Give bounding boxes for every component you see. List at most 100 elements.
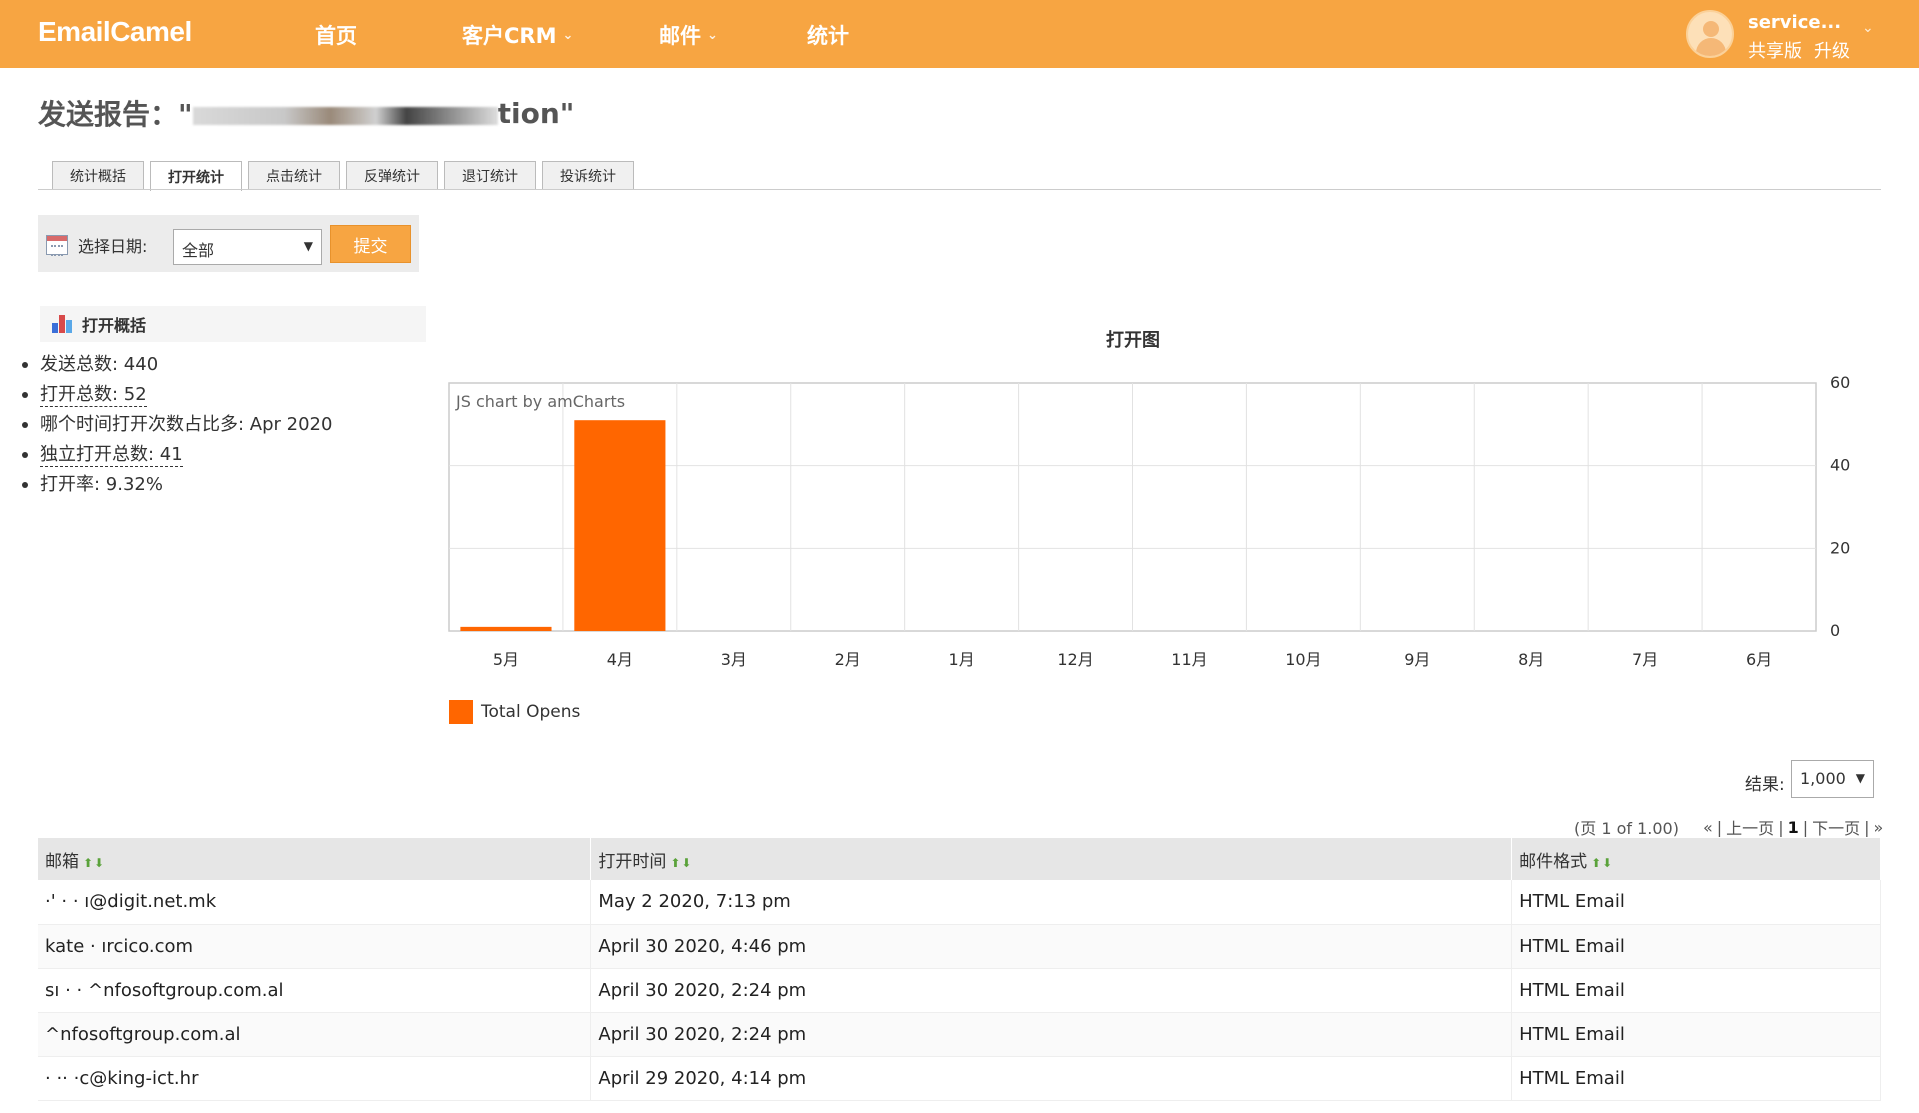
sort-arrows-icon[interactable]: ⬆⬇ [83, 856, 105, 870]
open-rate: 打开率: 9.32% [40, 474, 163, 495]
page-info: (页 1 of 1.00) [1574, 819, 1679, 838]
nav-home-label: 首页 [315, 24, 357, 48]
cell-open-time: April 29 2020, 4:14 pm [590, 1056, 1513, 1101]
tab-complaints[interactable]: 投诉统计 [542, 161, 634, 190]
cell-format: HTML Email [1511, 880, 1881, 925]
summary-list: 发送总数: 440 打开总数: 52 哪个时间打开次数占比多: Apr 2020… [22, 350, 332, 500]
date-filter-label: 选择日期: [78, 237, 148, 256]
peak-open-time: 哪个时间打开次数占比多: Apr 2020 [40, 414, 333, 435]
page-title-prefix: 发送报告：" [38, 98, 193, 131]
chart-title: 打开图 [1106, 330, 1160, 351]
upgrade-link[interactable]: 升级 [1814, 37, 1850, 63]
next-page-link[interactable]: 下一页 [1812, 815, 1860, 839]
bar[interactable] [460, 626, 552, 631]
results-per-page-select[interactable]: 1,000 ▼ [1791, 760, 1874, 798]
y-tick-label: 20 [1830, 538, 1850, 557]
tab-overview[interactable]: 统计概括 [52, 161, 144, 190]
cell-email: · ·· ·c@king-ict.hr [38, 1056, 592, 1101]
results-label: 结果: [1745, 775, 1785, 795]
results-select-value: 1,000 [1800, 769, 1846, 788]
date-select[interactable]: 全部 ▼ [173, 229, 322, 265]
x-tick-label: 12月 [1057, 650, 1093, 669]
tabs-divider [38, 189, 1881, 190]
list-item: 独立打开总数: 41 [22, 440, 332, 470]
dropdown-arrow-icon: ▼ [1855, 771, 1865, 785]
list-item: 发送总数: 440 [22, 350, 332, 380]
column-header-open-time[interactable]: 打开时间 ⬆⬇ [590, 838, 1513, 880]
chevron-down-icon[interactable]: ⌄ [1862, 20, 1874, 36]
nav-crm[interactable]: 客户CRM ⌄ [462, 20, 573, 50]
nav-stats-label: 统计 [807, 24, 849, 48]
current-page: 1 [1787, 817, 1799, 837]
nav-stats[interactable]: 统计 [807, 20, 849, 50]
nav-home[interactable]: 首页 [315, 20, 357, 50]
chevron-down-icon: ⌄ [562, 27, 574, 43]
y-tick-label: 0 [1830, 621, 1840, 640]
x-tick-label: 4月 [607, 650, 633, 669]
last-page-link[interactable]: » [1874, 818, 1884, 837]
x-tick-label: 2月 [835, 650, 861, 669]
cell-email: sı · · ^nfosoftgroup.com.al [38, 968, 592, 1013]
legend-label: Total Opens [481, 702, 581, 722]
table-header-row: 邮箱 ⬆⬇ 打开时间 ⬆⬇ 邮件格式 ⬆⬇ [38, 838, 1881, 880]
table-row: sı · · ^nfosoftgroup.com.al April 30 202… [38, 968, 1881, 1013]
table-row: ·' · · ı@digit.net.mk May 2 2020, 7:13 p… [38, 880, 1881, 925]
total-opens-link[interactable]: 打开总数: 52 [40, 384, 147, 407]
table-row: kate · ırcico.com April 30 2020, 4:46 pm… [38, 924, 1881, 969]
list-item: 打开总数: 52 [22, 380, 332, 410]
redacted-campaign-name [192, 107, 498, 125]
legend-swatch [449, 700, 473, 724]
nav-mail[interactable]: 邮件 ⌄ [659, 20, 718, 50]
sort-arrows-icon[interactable]: ⬆⬇ [670, 856, 692, 870]
cell-email: kate · ırcico.com [38, 924, 592, 969]
x-tick-label: 5月 [493, 650, 519, 669]
column-header-label: 邮箱 [45, 851, 79, 872]
column-header-label: 打开时间 [598, 851, 667, 872]
table-row: · ·· ·c@king-ict.hr April 29 2020, 4:14 … [38, 1056, 1881, 1101]
tab-clicks[interactable]: 点击统计 [248, 161, 340, 190]
cell-format: HTML Email [1511, 968, 1881, 1013]
user-name[interactable]: service... [1748, 12, 1841, 33]
cell-email: ·' · · ı@digit.net.mk [38, 880, 592, 925]
x-tick-label: 8月 [1518, 650, 1544, 669]
column-header-email[interactable]: 邮箱 ⬆⬇ [38, 838, 592, 880]
x-tick-label: 6月 [1746, 650, 1772, 669]
bar-chart-icon [52, 315, 74, 333]
x-tick-label: 7月 [1632, 650, 1658, 669]
column-header-label: 邮件格式 [1519, 851, 1588, 872]
column-header-format[interactable]: 邮件格式 ⬆⬇ [1511, 838, 1881, 880]
bar[interactable] [574, 420, 666, 631]
chevron-down-icon: ⌄ [707, 27, 718, 43]
x-tick-label: 11月 [1171, 650, 1207, 669]
opens-chart: 60 40 20 0 5月 4月 3月 2月 1月 12月 11月 10月 9月 8月 7月 6月 [448, 373, 1850, 669]
calendar-icon [46, 235, 68, 256]
sort-arrows-icon[interactable]: ⬆⬇ [1591, 856, 1613, 870]
unique-opens-link[interactable]: 独立打开总数: 41 [40, 444, 183, 467]
chart-credit[interactable]: JS chart by amCharts [456, 392, 625, 411]
list-item: 打开率: 9.32% [22, 470, 332, 500]
tab-bounces[interactable]: 反弹统计 [346, 161, 438, 190]
cell-open-time: April 30 2020, 4:46 pm [590, 924, 1513, 969]
list-item: 哪个时间打开次数占比多: Apr 2020 [22, 410, 332, 440]
tab-unsubscribes[interactable]: 退订统计 [444, 161, 536, 190]
chart-legend[interactable]: Total Opens [449, 700, 580, 724]
page-title-suffix: tion" [497, 96, 575, 130]
cell-open-time: April 30 2020, 2:24 pm [590, 1012, 1513, 1057]
avatar[interactable] [1686, 10, 1734, 58]
cell-open-time: May 2 2020, 7:13 pm [590, 880, 1513, 925]
user-plan-row: 共享版 升级 [1748, 37, 1850, 63]
opens-table: 邮箱 ⬆⬇ 打开时间 ⬆⬇ 邮件格式 ⬆⬇ ·' · · ı@digit.net.mk… [38, 838, 1881, 1101]
logo[interactable]: EmailCamel [38, 16, 192, 48]
first-page-link[interactable]: « [1703, 818, 1713, 837]
prev-page-link[interactable]: 上一页 [1726, 815, 1774, 839]
total-sent: 发送总数: 440 [40, 354, 159, 375]
nav-crm-label: 客户CRM [462, 24, 557, 48]
tab-opens[interactable]: 打开统计 [150, 161, 242, 191]
y-tick-label: 40 [1830, 456, 1850, 475]
submit-button[interactable]: 提交 [330, 225, 411, 263]
x-tick-label: 1月 [949, 650, 975, 669]
cell-email: ^nfosoftgroup.com.al [38, 1012, 592, 1057]
top-nav-bar: EmailCamel 首页 客户CRM ⌄ 邮件 ⌄ 统计 service... 共… [0, 0, 1919, 68]
cell-format: HTML Email [1511, 924, 1881, 969]
summary-heading: 打开概括 [40, 306, 426, 342]
